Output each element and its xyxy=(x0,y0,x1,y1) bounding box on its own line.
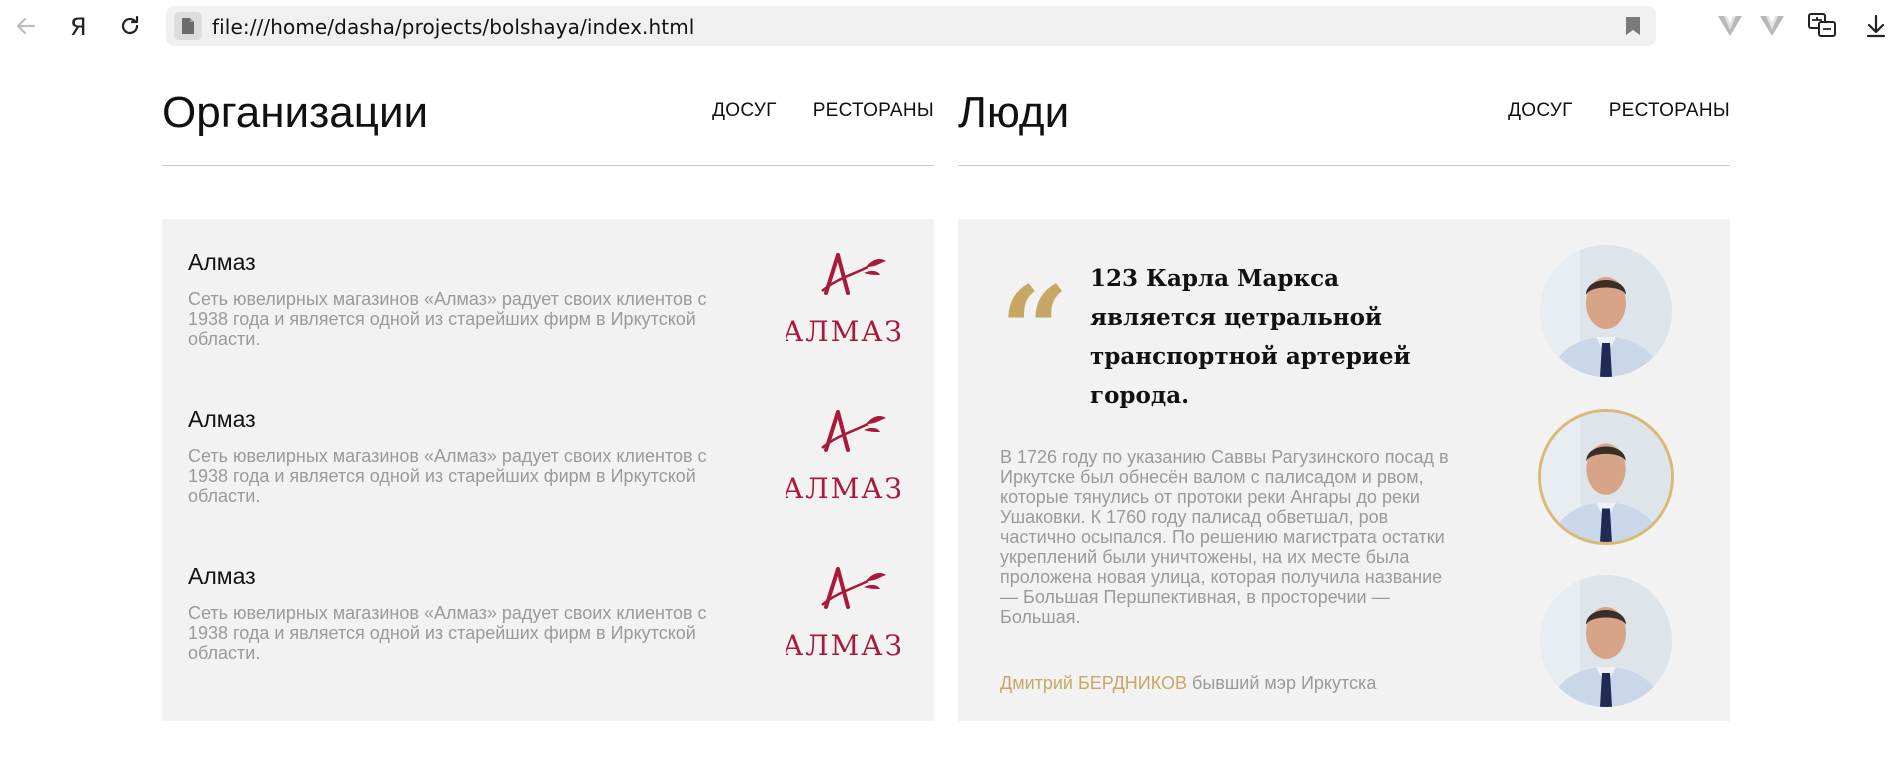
reload-button[interactable] xyxy=(112,8,148,44)
address-bar[interactable]: file:///home/dasha/projects/bolshaya/ind… xyxy=(166,6,1656,46)
people-panel: “ 123 Карла Маркса является цетральной т… xyxy=(958,219,1730,721)
translate-button[interactable] xyxy=(1804,8,1840,44)
person-photo-icon xyxy=(1541,412,1671,542)
people-nav: ДОСУГ РЕСТОРАНЫ xyxy=(1508,100,1730,122)
organization-description: Сеть ювелирных магазинов «Алмаз» радует … xyxy=(188,289,707,349)
page-icon xyxy=(174,12,202,40)
browser-toolbar: Я file:///home/dasha/projects/bolshaya/i… xyxy=(0,0,1892,52)
people-description: В 1726 году по указанию Саввы Рагузинско… xyxy=(1000,447,1449,627)
people-header: Люди ДОСУГ РЕСТОРАНЫ xyxy=(958,78,1730,166)
reload-icon xyxy=(121,15,139,35)
back-arrow-icon xyxy=(16,17,36,35)
organization-logo-text: АЛМАЗ xyxy=(786,472,900,502)
quote-text: 123 Карла Маркса является цетральной тра… xyxy=(1090,265,1411,409)
url-text[interactable]: file:///home/dasha/projects/bolshaya/ind… xyxy=(212,15,694,39)
download-icon xyxy=(1866,14,1886,38)
organization-item[interactable]: Алмаз Сеть ювелирных магазинов «Алмаз» р… xyxy=(188,563,900,703)
organization-name[interactable]: Алмаз xyxy=(188,406,256,433)
yandex-logo-icon: Я xyxy=(70,13,87,40)
person-caption: Дмитрий БЕРДНИКОВ бывший мэр Иркутска xyxy=(1000,673,1376,694)
translate-icon xyxy=(1808,13,1836,37)
bookmark-icon xyxy=(1626,17,1640,35)
almaz-logo-icon: АЛМАЗ xyxy=(786,410,900,502)
almaz-logo-icon: АЛМАЗ xyxy=(786,567,900,659)
person-role: бывший мэр Иркутска xyxy=(1192,673,1377,693)
nav-leisure-link[interactable]: ДОСУГ xyxy=(712,100,777,122)
almaz-logo-icon: АЛМАЗ xyxy=(786,253,900,345)
organization-logo-text: АЛМАЗ xyxy=(786,629,900,659)
organizations-nav: ДОСУГ РЕСТОРАНЫ xyxy=(712,100,934,122)
organization-logo-text: АЛМАЗ xyxy=(786,315,900,345)
organization-item[interactable]: Алмаз Сеть ювелирных магазинов «Алмаз» р… xyxy=(188,406,900,546)
people-title: Люди xyxy=(958,88,1070,137)
yandex-home-button[interactable]: Я xyxy=(60,8,96,44)
nav-restaurants-link[interactable]: РЕСТОРАНЫ xyxy=(1609,100,1730,122)
organization-item[interactable]: Алмаз Сеть ювелирных магазинов «Алмаз» р… xyxy=(188,249,900,389)
organization-name[interactable]: Алмаз xyxy=(188,249,256,276)
organizations-header: Организации ДОСУГ РЕСТОРАНЫ xyxy=(162,78,934,166)
person-name-link[interactable]: Дмитрий БЕРДНИКОВ xyxy=(1000,673,1187,693)
person-avatar[interactable] xyxy=(1540,575,1672,707)
svg-text:Я: Я xyxy=(70,13,87,40)
nav-leisure-link[interactable]: ДОСУГ xyxy=(1508,100,1573,122)
bookmark-button[interactable] xyxy=(1624,15,1642,42)
organization-description: Сеть ювелирных магазинов «Алмаз» радует … xyxy=(188,603,707,663)
extension-v-icon xyxy=(1718,16,1742,36)
person-avatar-active[interactable] xyxy=(1538,409,1674,545)
extension-button-1[interactable] xyxy=(1712,8,1748,44)
person-photo-icon xyxy=(1540,245,1672,377)
extension-button-2[interactable] xyxy=(1754,8,1790,44)
organizations-panel: Алмаз Сеть ювелирных магазинов «Алмаз» р… xyxy=(162,219,934,721)
downloads-button[interactable] xyxy=(1858,8,1892,44)
back-button[interactable] xyxy=(8,8,44,44)
organization-name[interactable]: Алмаз xyxy=(188,563,256,590)
person-photo-icon xyxy=(1540,575,1672,707)
extension-v-icon xyxy=(1760,16,1784,36)
organization-description: Сеть ювелирных магазинов «Алмаз» радует … xyxy=(188,446,707,506)
quote-mark-icon: “ xyxy=(1000,260,1070,401)
person-avatar[interactable] xyxy=(1540,245,1672,377)
nav-restaurants-link[interactable]: РЕСТОРАНЫ xyxy=(813,100,934,122)
organizations-title: Организации xyxy=(162,88,429,137)
